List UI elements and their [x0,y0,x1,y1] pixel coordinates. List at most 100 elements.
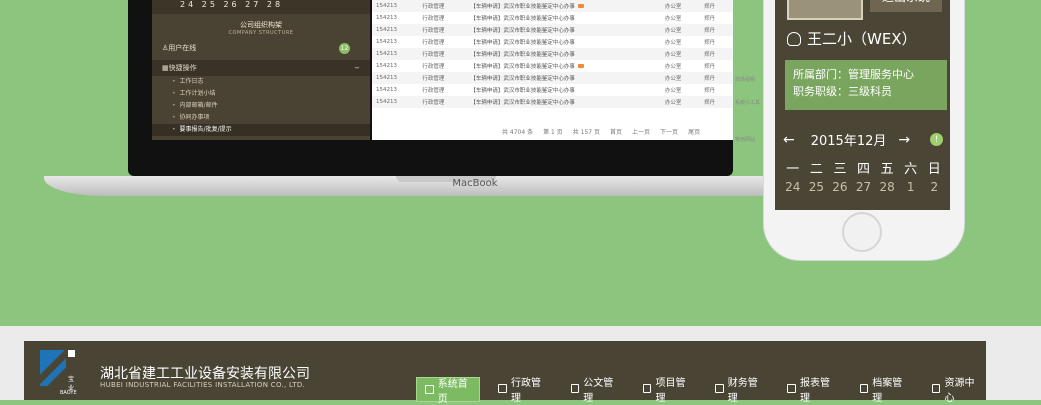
row-subject-text: 【车辆申请】武汉市职业技能鉴定中心办事 [470,100,575,106]
table-row[interactable]: 154213行政管理【车辆申请】武汉市职业技能鉴定中心办事办公室郑丹add201… [372,0,733,12]
row-subject[interactable]: 【车辆申请】武汉市职业技能鉴定中心办事 [466,60,660,72]
nav-archives[interactable]: 档案管理 [852,377,914,404]
row-type-text: 行政管理 [422,88,445,94]
row-id-text: 154213 [376,27,397,33]
row-subject-text: 【车辆申请】武汉市职业技能鉴定中心办事 [470,40,575,46]
arrow-left-icon[interactable]: ← [783,132,795,148]
row-dept: 办公室 [660,72,701,84]
table-row[interactable]: 154213行政管理【车辆申请】武汉市职业技能鉴定中心办事办公室郑丹add201… [372,48,733,60]
table-row[interactable]: 154213行政管理【车辆申请】武汉市职业技能鉴定中心办事办公室郑丹add201… [372,72,733,84]
table-row[interactable]: 154213行政管理【车辆申请】武汉市职业技能鉴定中心办事办公室郑丹add201… [372,12,733,24]
row-subject[interactable]: 【车辆申请】武汉市职业技能鉴定中心办事 [466,96,661,108]
calendar-day[interactable]: 1 [899,180,923,194]
macbook-label: MacBook [452,178,498,189]
company-structure-link[interactable]: 公司组织构架 COMPANY STRUCTURE [152,20,370,36]
nav-documents[interactable]: 公文管理 [563,377,625,404]
weekday: 六 [904,162,918,177]
table-row[interactable]: 154213行政管理【车辆申请】武汉市职业技能鉴定中心办事办公室郑丹add201… [372,36,733,48]
row-id: 154213 [372,60,418,72]
submenu-item[interactable]: 要事报告/批复/提示 [152,124,370,136]
row-dept-text: 办公室 [664,16,682,22]
nav-label: 项目管理 [655,377,686,404]
nav-projects[interactable]: 项目管理 [635,377,697,404]
row-subject[interactable]: 【车辆申请】武汉市职业技能鉴定中心办事 [466,0,661,12]
row-subject-text: 【车辆申请】武汉市职业技能鉴定中心办事 [470,28,575,34]
main-nav: 系统首页 行政管理 公文管理 项目管理 财务管理 报表管理 档案管理 资源中心 [416,377,986,405]
company-logo[interactable]: 宝业 BAOYE [40,350,77,396]
nav-admin[interactable]: 行政管理 [490,377,552,404]
row-subject[interactable]: 【车辆申请】武汉市职业技能鉴定中心办事 [466,72,661,84]
laptop-screen: 24 25 26 27 28 公司组织构架 COMPANY STRUCTURE … [128,0,733,176]
alert-icon[interactable]: ! [930,133,943,146]
avatar [787,0,863,20]
row-status: add [730,0,733,12]
logo-square [68,350,75,357]
row-person-text: 郑丹 [704,28,716,34]
first-page-link[interactable]: 首页 [610,127,622,136]
prev-page-link[interactable]: 上一页 [632,127,650,136]
submenu-item[interactable]: 内部邮箱/邮件 [152,100,370,112]
row-person: 郑丹 [700,48,731,60]
row-subject-text: 【车辆申请】武汉市职业技能鉴定中心办事 [470,4,575,10]
last-page-link[interactable]: 尾页 [688,127,700,136]
row-subject[interactable]: 【车辆申请】武汉市职业技能鉴定中心办事 [466,48,661,60]
resource-icon [931,384,941,393]
table-row[interactable]: 154213行政管理【车辆申请】武汉市职业技能鉴定中心办事办公室郑丹add201… [372,96,733,108]
row-person: 郑丹 [700,72,731,84]
nav-finance[interactable]: 财务管理 [707,377,769,404]
calendar-day[interactable]: 28 [875,180,899,194]
row-subject[interactable]: 【车辆申请】武汉市职业技能鉴定中心办事 [466,24,661,36]
table-row[interactable]: 154213行政管理【车辆申请】武汉市职业技能鉴定中心办事办公室郑丹add201… [372,84,733,96]
row-id: 154213 [372,72,419,84]
submenu-item[interactable]: 工作计划小结 [152,88,370,100]
pagination: 共 4704 条 第 1 页 共 157 页 首页 上一页 下一页 尾页 + − [372,127,733,136]
row-subject-text: 【车辆申请】武汉市职业技能鉴定中心办事 [470,88,575,94]
row-person-text: 郑丹 [704,76,716,82]
row-id: 154213 [372,48,419,60]
calendar-day[interactable]: 2 [922,180,946,194]
nav-resources[interactable]: 资源中心 [924,377,986,404]
nav-label: 档案管理 [872,377,903,404]
online-users-row[interactable]: ♙ 用户在线 12 [152,40,370,56]
company-structure-en: COMPANY STRUCTURE [228,30,294,36]
row-person-text: 郑丹 [704,52,716,58]
collapse-icon[interactable]: − [354,64,360,72]
phone-home-button [842,212,882,252]
table-row[interactable]: 154213行政管理【车辆申请】武汉市职业技能鉴定中心办事办公室郑丹add201… [372,24,733,36]
row-type-text: 行政管理 [422,76,445,82]
row-subject[interactable]: 【车辆申请】武汉市职业技能鉴定中心办事 [466,36,660,48]
row-person: 郑丹 [700,36,730,48]
row-id-text: 154213 [376,39,397,45]
nav-home[interactable]: 系统首页 [416,377,481,405]
nav-reports[interactable]: 报表管理 [779,377,841,404]
page-count: 共 157 页 [572,129,601,136]
calendar-day[interactable]: 25 [805,180,829,194]
row-person-text: 郑丹 [704,16,716,22]
row-status: add [730,60,733,72]
row-dept: 办公室 [660,0,701,12]
table-row[interactable]: 154213行政管理【车辆申请】武汉市职业技能鉴定中心办事办公室郑丹add201… [372,60,733,72]
row-dept: 办公室 [660,24,701,36]
row-person-text: 郑丹 [704,40,716,46]
row-dept: 办公室 [661,12,700,24]
quick-actions-row[interactable]: ▦ 快捷操作 − [152,60,370,76]
row-person: 郑丹 [700,84,730,96]
row-dept: 办公室 [661,36,700,48]
row-dept-text: 办公室 [664,52,682,58]
calendar-day[interactable]: 27 [852,180,876,194]
calendar-day[interactable]: 24 [781,180,805,194]
row-type: 行政管理 [418,48,467,60]
next-page-link[interactable]: 下一页 [660,127,678,136]
submenu-item[interactable]: 工作日志 [152,76,370,88]
row-subject[interactable]: 【车辆申请】武汉市职业技能鉴定中心办事 [466,12,660,24]
logout-button[interactable]: 退出系统 [870,0,942,12]
total-count: 共 4704 条 [502,129,534,136]
submenu-item[interactable]: 协同办事项 [152,112,370,124]
row-subject-text: 【车辆申请】武汉市职业技能鉴定中心办事 [470,76,575,82]
row-subject[interactable]: 【车辆申请】武汉市职业技能鉴定中心办事 [466,84,660,96]
app-header: 宝业 BAOYE 湖北省建工工业设备安装有限公司 HUBEI INDUSTRIA… [24,341,986,405]
calendar-day[interactable]: 26 [828,180,852,194]
row-id-text: 154213 [376,3,397,9]
row-status: add [730,24,733,36]
arrow-right-icon[interactable]: → [898,132,910,148]
